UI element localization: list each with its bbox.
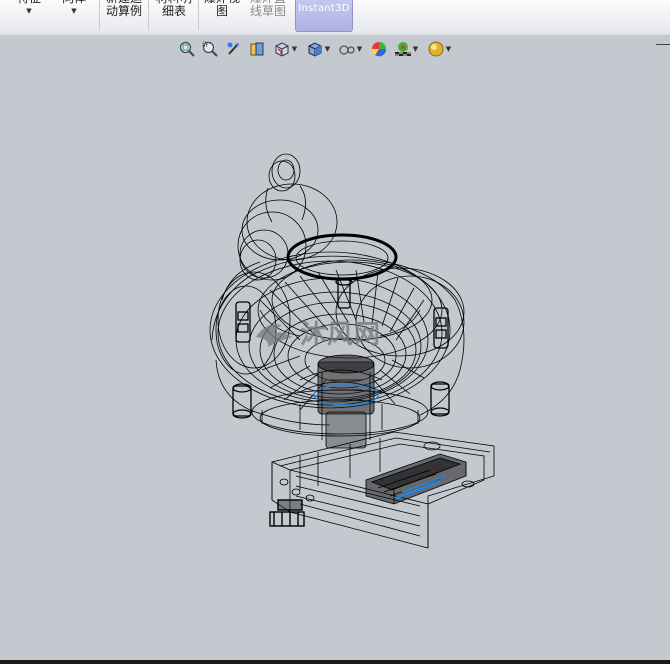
features-label: 特征 [17,0,41,5]
features-dropdown-icon[interactable]: ▼ [26,6,31,16]
bottom-connector [269,499,305,527]
battery-pack [365,453,467,505]
watermark-text: 沐风网 [300,319,382,350]
reference-geometry-label: 向体 [62,0,86,5]
features-button[interactable]: 特征 ▼ [12,0,46,30]
right-bolt-column [430,307,450,417]
bill-of-materials-label: 材料明 细表 [156,0,192,18]
instant3d-button[interactable]: Instant3D [295,0,353,32]
bill-of-materials-button[interactable]: 材料明 细表 [151,0,197,30]
explode-line-sketch-label: 爆炸直 线草图 [249,0,286,18]
ribbon-separator [99,0,100,30]
ribbon-separator [148,0,149,30]
instant3d-label: Instant3D [298,3,350,14]
explode-line-sketch-button[interactable]: 爆炸直 线草图 [245,0,291,30]
ribbon-separator [198,0,199,30]
watermark-logo-icon [256,324,292,347]
watermark-logo: 沐风网 [252,310,422,354]
top-bolt [335,278,353,309]
status-bar-edge [0,660,670,664]
exploded-view-button[interactable]: 爆炸视 图 [200,0,244,30]
new-motion-study-button[interactable]: 新建运 动算例 [101,0,147,30]
reference-geometry-dropdown-icon[interactable]: ▼ [71,6,76,16]
new-motion-study-label: 新建运 动算例 [105,0,142,18]
exploded-view-label: 爆炸视 图 [204,0,240,18]
command-manager-ribbon: 特征 ▼ 向体 ▼ 新建运 动算例 材料明 细表 爆炸视 图 爆炸直 线草图 I… [0,0,670,34]
lifting-lug [271,153,301,189]
reference-geometry-button[interactable]: 向体 ▼ [57,0,91,30]
